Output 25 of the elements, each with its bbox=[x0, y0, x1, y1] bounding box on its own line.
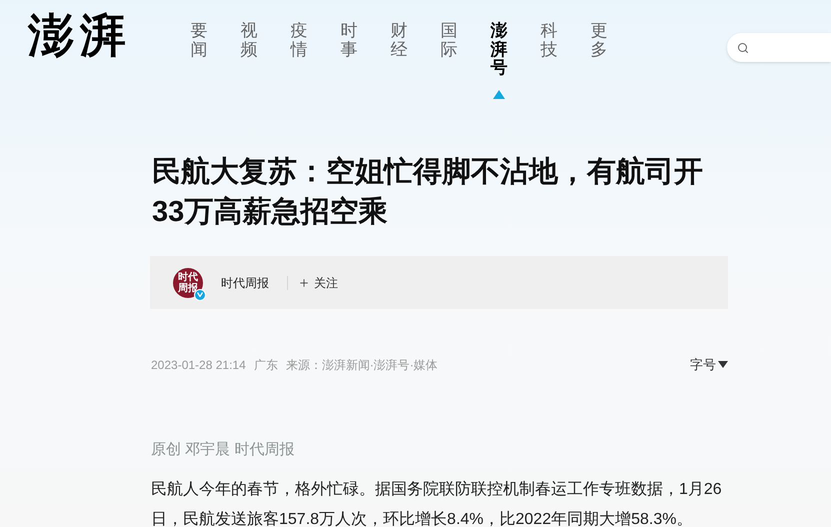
plus-icon bbox=[298, 276, 310, 288]
nav-tab[interactable]: 澎湃号 bbox=[490, 22, 508, 78]
publish-date: 2023-01-28 21:14 bbox=[151, 356, 246, 374]
nav-tab[interactable]: 疫情 bbox=[290, 22, 308, 60]
caret-icon bbox=[718, 361, 728, 368]
search-icon bbox=[737, 42, 749, 54]
author-name[interactable]: 时代周报 bbox=[221, 274, 269, 292]
site-logo[interactable]: 澎湃 bbox=[28, 12, 132, 58]
active-indicator-icon bbox=[493, 90, 505, 100]
nav-tab[interactable]: 财经 bbox=[390, 22, 408, 60]
publish-location: 广东 bbox=[254, 356, 278, 374]
nav-tab[interactable]: 视频 bbox=[240, 22, 258, 60]
article-paragraph: 民航人今年的春节，格外忙碌。据国务院联防联控机制春运工作专班数据，1月26日，民航发送旅客157.8万人次，环比增长8.4%，比2022年同期大增58.3%。 bbox=[151, 480, 723, 527]
nav-tab[interactable]: 时事 bbox=[340, 22, 358, 60]
author-avatar[interactable]: 时代周报 bbox=[173, 268, 203, 298]
nav-tab[interactable]: 科技 bbox=[540, 22, 558, 60]
follow-button[interactable]: 关注 bbox=[298, 274, 338, 292]
search-field[interactable] bbox=[727, 33, 831, 62]
article-byline: 原创 邓宇晨 时代周报 bbox=[151, 440, 296, 460]
nav-tab[interactable]: 要闻 bbox=[190, 22, 208, 60]
nav-tab[interactable]: 国际 bbox=[440, 22, 458, 60]
nav-tab[interactable]: 更多 bbox=[590, 22, 608, 60]
article-source: 来源：澎湃新闻·澎湃号·媒体 bbox=[286, 356, 438, 374]
article-title: 民航大复苏：空姐忙得脚不沾地，有航司开33万高薪急招空乘 bbox=[152, 154, 704, 230]
font-size-button[interactable]: 字号 bbox=[690, 355, 728, 374]
